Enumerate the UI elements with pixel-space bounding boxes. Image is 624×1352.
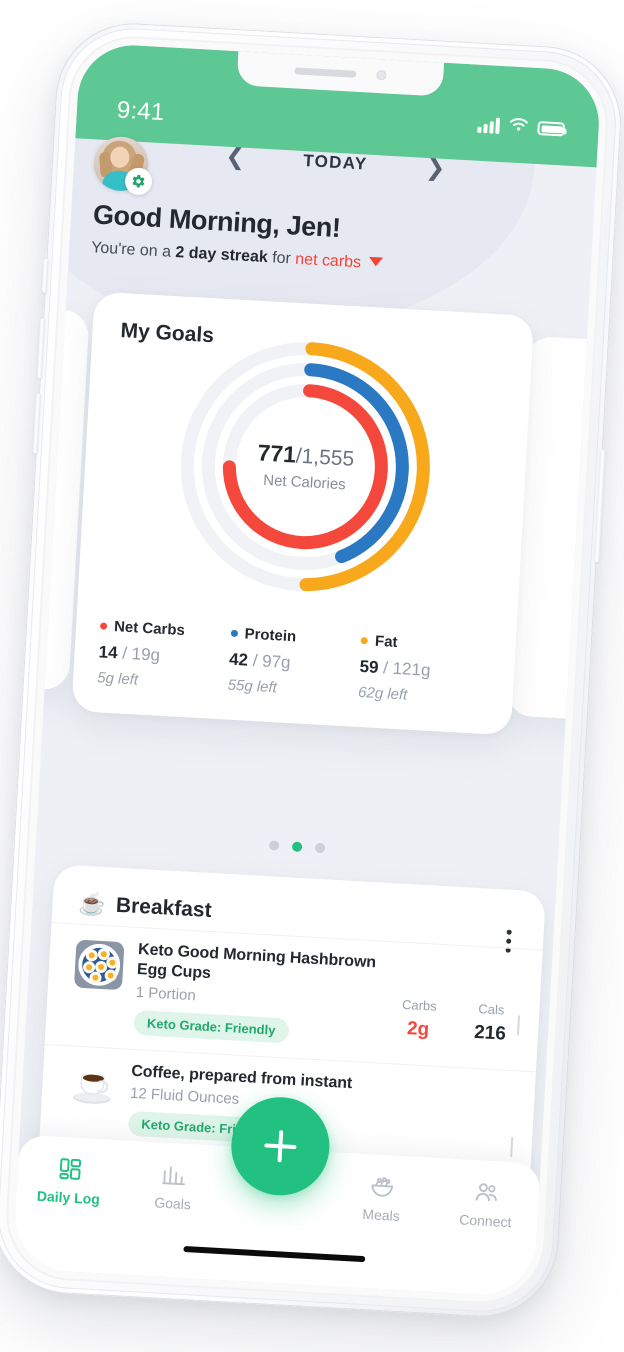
earpiece-speaker (294, 66, 357, 78)
battery-icon (537, 121, 565, 137)
phone-screen: ❮ TODAY ❯ Good Morning, Jen! You're on a… (12, 42, 602, 1298)
food-details: Keto Good Morning Hashbrown Egg Cups 1 P… (119, 939, 398, 1049)
dashboard-icon (57, 1155, 83, 1182)
streak-middle: for (267, 249, 296, 268)
caret-down-icon[interactable] (368, 256, 384, 267)
macro-goal: / 19g (121, 643, 161, 665)
streak-metric[interactable]: net carbs (295, 251, 362, 272)
coffee-cup-thumbnail (67, 1061, 118, 1112)
macro-goal: / 121g (382, 658, 431, 680)
wifi-icon (508, 116, 529, 137)
macro-color-dot (230, 629, 238, 638)
carbs-header: Carbs (401, 996, 438, 1014)
cals-value: 216 (473, 1021, 507, 1045)
food-nutrition: Carbs 2g Cals 216 (394, 955, 519, 1047)
cals-header: Cals (477, 1001, 505, 1018)
avatar[interactable] (92, 135, 153, 196)
macro-color-dot (360, 636, 369, 645)
tab-label: Meals (362, 1205, 401, 1225)
macro-color-dot (99, 622, 108, 630)
page-dot[interactable] (268, 840, 280, 851)
coffee-cup-icon: ☕ (77, 890, 107, 918)
calories-consumed: 771 (256, 439, 297, 468)
macro-remaining: 5g left (96, 669, 139, 689)
macro-name: Fat (374, 632, 398, 651)
macro-progress-rings: 771/1,555 Net Calories (169, 331, 441, 603)
tab-label: Daily Log (36, 1187, 101, 1208)
macro-remaining: 62g left (357, 683, 408, 704)
tab-daily-log[interactable]: Daily Log (16, 1153, 123, 1209)
macro-name: Protein (244, 625, 297, 646)
streak-prefix: You're on a (90, 239, 176, 261)
tab-label: Connect (458, 1211, 512, 1231)
tab-connect[interactable]: Connect (433, 1176, 540, 1232)
macro-net-carbs[interactable]: Net Carbs 14 / 19g 5g left (97, 617, 231, 693)
macro-goal: / 97g (252, 650, 292, 673)
current-date-label: TODAY (302, 151, 368, 174)
calories-goal: /1,555 (295, 444, 355, 471)
macro-fat[interactable]: Fat 59 / 121g 62g left (358, 632, 492, 708)
salad-bowl-icon (369, 1172, 396, 1199)
carbs-value: 2g (406, 1018, 430, 1041)
app-viewport: ❮ TODAY ❯ Good Morning, Jen! You're on a… (12, 42, 602, 1298)
carousel-page-indicator[interactable] (36, 827, 558, 866)
front-camera (376, 69, 387, 81)
signal-bars-icon (477, 117, 501, 134)
drag-handle-icon[interactable] (510, 1136, 517, 1158)
tab-meals[interactable]: Meals (329, 1170, 436, 1226)
tab-goals[interactable]: Goals (120, 1158, 227, 1214)
meal-title: Breakfast (115, 893, 213, 923)
macro-consumed: 59 (359, 656, 380, 677)
egg-cups-thumbnail (73, 939, 125, 991)
macro-remaining: 55g left (227, 676, 278, 697)
macro-consumed: 42 (228, 649, 249, 670)
macro-consumed: 14 (98, 642, 119, 663)
page-dot-active[interactable] (291, 841, 303, 852)
drag-handle-icon[interactable] (516, 1015, 524, 1036)
bar-chart-icon (161, 1161, 187, 1188)
cals-column: Cals 216 (465, 1000, 515, 1046)
phone-mockup: ❮ TODAY ❯ Good Morning, Jen! You're on a… (0, 19, 624, 1321)
status-time: 9:41 (116, 96, 166, 127)
macro-name: Net Carbs (113, 618, 186, 640)
macro-protein[interactable]: Protein 42 / 97g 55g left (227, 625, 361, 701)
macro-legend: Net Carbs 14 / 19g 5g left Protein 42 / … (73, 616, 516, 709)
carbs-column: Carbs 2g (394, 996, 444, 1042)
tab-label: Goals (153, 1194, 192, 1213)
goals-card: My Goals 771/1,555 Net Calories Net Carb… (71, 291, 535, 736)
page-dot[interactable] (314, 842, 326, 854)
calories-summary: 771/1,555 Net Calories (214, 437, 396, 496)
screenshot-canvas: ❮ TODAY ❯ Good Morning, Jen! You're on a… (0, 0, 624, 1352)
status-badge: Keto Grade: Friendly (133, 1009, 290, 1044)
people-icon (473, 1178, 501, 1205)
